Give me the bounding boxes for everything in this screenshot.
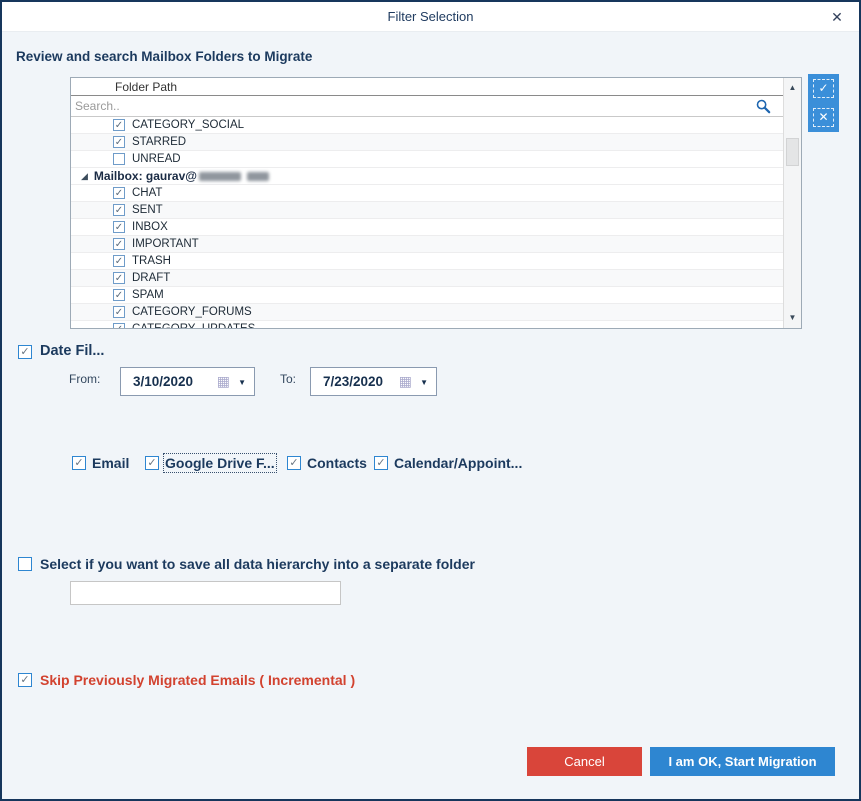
folder-row-label: CATEGORY_UPDATES	[132, 323, 255, 328]
folder-row[interactable]: ✓ SPAM	[71, 287, 783, 304]
check-icon: ✓	[818, 81, 828, 95]
folder-checkbox[interactable]: ✓	[113, 272, 125, 284]
calendar-appointments-label: Calendar/Appoint...	[394, 455, 522, 471]
folder-row-label: IMPORTANT	[132, 238, 199, 250]
folder-checkbox[interactable]	[113, 153, 125, 165]
deselect-all-button[interactable]: ✕	[808, 103, 839, 132]
folder-checkbox[interactable]: ✓	[113, 221, 125, 233]
folder-checkbox[interactable]: ✓	[113, 323, 125, 328]
folder-row[interactable]: ✓ CHAT	[71, 185, 783, 202]
titlebar: Filter Selection ✕	[2, 2, 859, 32]
folder-checkbox[interactable]: ✓	[113, 255, 125, 267]
x-icon: ✕	[818, 110, 828, 124]
contacts-label: Contacts	[307, 455, 367, 471]
folder-list-content: Folder Path ✓ CATEGORY_SOCIAL ✓ STARRED UNRE…	[71, 78, 783, 328]
chevron-down-icon[interactable]: ▼	[420, 378, 428, 387]
scroll-up-icon[interactable]: ▲	[784, 80, 801, 96]
folder-checkbox[interactable]: ✓	[113, 204, 125, 216]
redacted-email-domain	[199, 171, 271, 182]
folder-checkbox[interactable]: ✓	[113, 238, 125, 250]
folder-row[interactable]: ✓ CATEGORY_FORUMS	[71, 304, 783, 321]
folder-row-label: UNREAD	[132, 153, 181, 165]
start-migration-button[interactable]: I am OK, Start Migration	[650, 747, 835, 776]
folder-row[interactable]: ✓ IMPORTANT	[71, 236, 783, 253]
calendar-icon[interactable]: ▦	[217, 373, 230, 390]
separate-folder-checkbox[interactable]	[18, 557, 32, 571]
folder-row-label: DRAFT	[132, 272, 170, 284]
folder-checkbox[interactable]: ✓	[113, 136, 125, 148]
from-label: From:	[69, 372, 100, 386]
search-input[interactable]	[73, 97, 678, 115]
folder-row[interactable]: ✓ DRAFT	[71, 270, 783, 287]
folder-checkbox[interactable]: ✓	[113, 289, 125, 301]
to-date-value: 7/23/2020	[323, 374, 383, 389]
chevron-down-icon[interactable]: ▼	[238, 378, 246, 387]
folder-checkbox[interactable]: ✓	[113, 306, 125, 318]
date-filter-label: Date Fil...	[40, 343, 104, 359]
folder-path-header-label: Folder Path	[115, 80, 177, 94]
folder-row-label: CHAT	[132, 187, 162, 199]
mailbox-label: Mailbox: gaurav@	[94, 169, 197, 183]
folder-search-row	[71, 96, 783, 117]
folder-row[interactable]: UNREAD	[71, 151, 783, 168]
folder-row[interactable]: ✓ STARRED	[71, 134, 783, 151]
folder-rows: ✓ CATEGORY_SOCIAL ✓ STARRED UNREAD ◢ Mailbox: …	[71, 117, 783, 328]
expander-icon[interactable]: ◢	[81, 171, 88, 182]
folder-row-label: STARRED	[132, 136, 186, 148]
folder-path-column-header[interactable]: Folder Path	[71, 78, 783, 96]
folder-row[interactable]: ✓ CATEGORY_UPDATES	[71, 321, 783, 328]
calendar-icon[interactable]: ▦	[399, 373, 412, 390]
vertical-scrollbar[interactable]: ▲ ▼	[783, 78, 801, 328]
to-date-picker[interactable]: 7/23/2020 ▦ ▼	[310, 367, 437, 396]
folder-row-label: INBOX	[132, 221, 168, 233]
from-date-picker[interactable]: 3/10/2020 ▦ ▼	[120, 367, 255, 396]
folder-list: Folder Path ✓ CATEGORY_SOCIAL ✓ STARRED UNRE…	[70, 77, 802, 329]
folder-row-label: CATEGORY_FORUMS	[132, 306, 252, 318]
close-icon[interactable]: ✕	[828, 8, 846, 26]
separate-folder-input[interactable]	[70, 581, 341, 605]
folder-row-label: CATEGORY_SOCIAL	[132, 119, 244, 131]
google-drive-checkbox[interactable]: ✓	[145, 456, 159, 470]
from-date-value: 3/10/2020	[133, 374, 193, 389]
email-checkbox[interactable]: ✓	[72, 456, 86, 470]
folder-row[interactable]: ✓ INBOX	[71, 219, 783, 236]
skip-incremental-checkbox[interactable]: ✓	[18, 673, 32, 687]
folder-row-label: SPAM	[132, 289, 164, 301]
calendar-appointments-checkbox[interactable]: ✓	[374, 456, 388, 470]
select-all-button[interactable]: ✓	[808, 74, 839, 103]
folder-checkbox[interactable]: ✓	[113, 119, 125, 131]
folder-row[interactable]: ✓ CATEGORY_SOCIAL	[71, 117, 783, 134]
folder-row-label: SENT	[132, 204, 163, 216]
dialog-title: Filter Selection	[2, 2, 859, 32]
page-title: Review and search Mailbox Folders to Mig…	[16, 49, 312, 64]
email-label: Email	[92, 455, 129, 471]
filter-selection-dialog: Filter Selection ✕ Review and search Mai…	[0, 0, 861, 801]
separate-folder-label: Select if you want to save all data hier…	[40, 556, 475, 572]
mailbox-group-row[interactable]: ◢ Mailbox: gaurav@	[71, 168, 783, 185]
scroll-down-icon[interactable]: ▼	[784, 310, 801, 326]
skip-incremental-label: Skip Previously Migrated Emails ( Increm…	[40, 672, 355, 688]
google-drive-label: Google Drive F...	[165, 455, 275, 471]
scrollbar-thumb[interactable]	[786, 138, 799, 166]
folder-row[interactable]: ✓ TRASH	[71, 253, 783, 270]
folder-row[interactable]: ✓ SENT	[71, 202, 783, 219]
to-label: To:	[280, 372, 296, 386]
folder-row-label: TRASH	[132, 255, 171, 267]
date-filter-checkbox[interactable]: ✓	[18, 345, 32, 359]
contacts-checkbox[interactable]: ✓	[287, 456, 301, 470]
search-icon[interactable]	[756, 99, 771, 114]
folder-checkbox[interactable]: ✓	[113, 187, 125, 199]
cancel-button[interactable]: Cancel	[527, 747, 642, 776]
